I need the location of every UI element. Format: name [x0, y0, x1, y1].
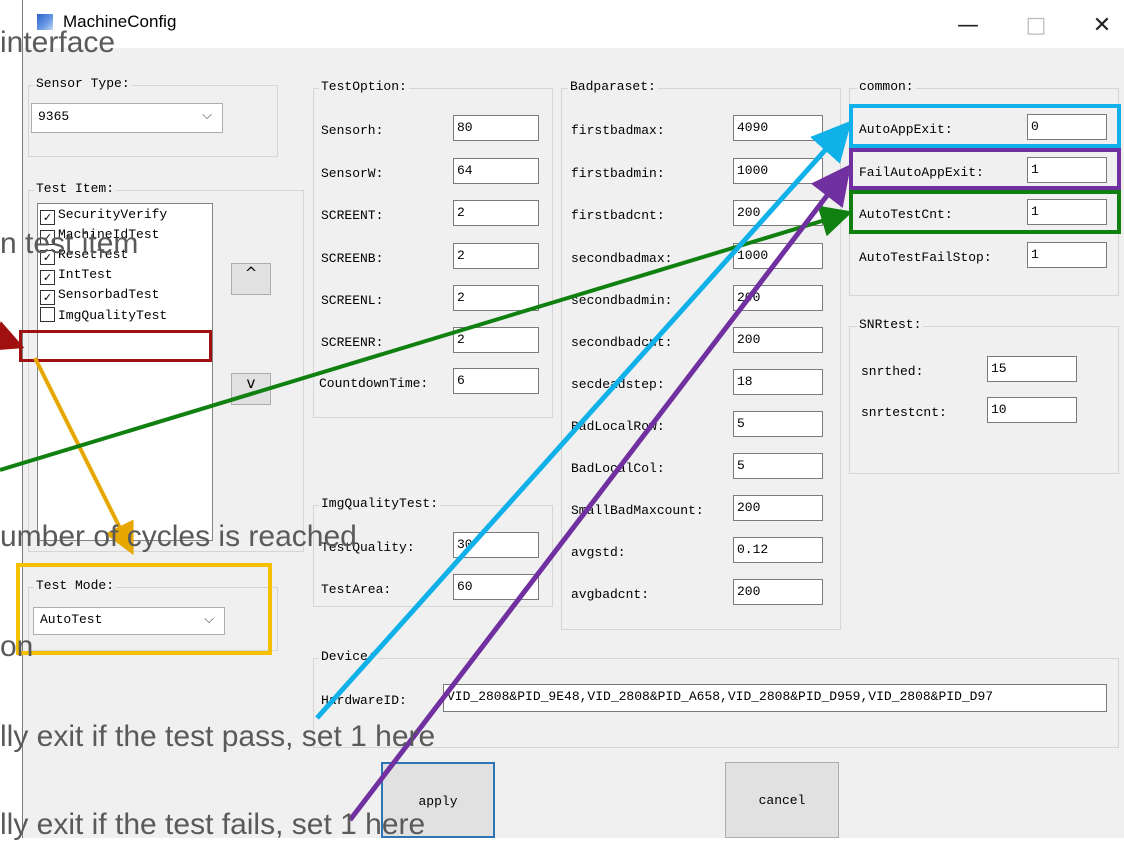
callout-on: on [0, 630, 34, 663]
red-arrow [0, 321, 25, 351]
cyan-arrow [315, 120, 852, 720]
callout-test-item: n test item [0, 227, 139, 260]
callout-cycles: umber of cycles is reached [0, 520, 357, 553]
annotation-arrows [0, 120, 853, 822]
callout-fails: lly exit if the test fails, set 1 here [0, 808, 426, 841]
callout-interface: interface [0, 26, 116, 59]
callout-pass: lly exit if the test pass, set 1 here [0, 720, 436, 753]
